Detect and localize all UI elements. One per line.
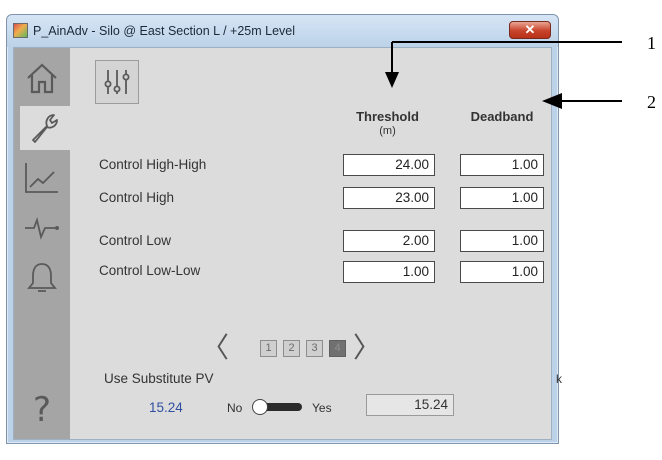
wrench-icon (32, 114, 58, 143)
home-icon (27, 63, 57, 94)
title-bar[interactable]: P_AinAdv - Silo @ East Section L / +25m … (7, 15, 558, 47)
pulse-icon (25, 216, 59, 240)
next-page-arrow[interactable]: 〉 (353, 334, 381, 362)
threshold-high-high-input[interactable]: 24.00 (343, 154, 435, 176)
sidebar: ? (14, 48, 70, 439)
prev-page-arrow[interactable]: 〈 (201, 334, 229, 362)
toggle-no-label: No (227, 401, 243, 415)
sidebar-item-diagnostics[interactable] (20, 206, 64, 250)
sidebar-item-alarms[interactable] (20, 256, 64, 300)
page-button-3[interactable]: 3 (306, 340, 323, 357)
callout-2-number: 2 (647, 92, 656, 112)
toggle-yes-label: Yes (312, 401, 332, 415)
deadband-low-input[interactable]: 1.00 (460, 230, 544, 252)
substitute-pv-toggle[interactable] (252, 399, 304, 415)
sidebar-item-home[interactable] (20, 56, 64, 100)
deadband-header: Deadband (470, 109, 534, 124)
deadband-low-low-input[interactable]: 1.00 (460, 261, 544, 283)
use-substitute-pv-label: Use Substitute PV (104, 371, 214, 386)
bell-icon (27, 263, 57, 292)
callout-1-number: 1 (647, 33, 656, 53)
page-button-2[interactable]: 2 (283, 340, 300, 357)
row-label-high-high: Control High-High (99, 157, 207, 172)
row-label-low-low: Control Low-Low (99, 263, 201, 278)
deadband-high-high-input[interactable]: 1.00 (460, 154, 544, 176)
app-icon (13, 23, 28, 38)
substitute-pv-input[interactable]: 15.24 (366, 394, 454, 416)
tuning-button[interactable] (95, 60, 139, 104)
faceplate-client: ? Threshold (m) Deadband Control High-Hi… (13, 47, 552, 440)
page-button-1[interactable]: 1 (260, 340, 277, 357)
threshold-high-input[interactable]: 23.00 (343, 187, 435, 209)
deadband-high-input[interactable]: 1.00 (460, 187, 544, 209)
current-pv-value: 15.24 (149, 400, 183, 415)
faceplate-window: P_AinAdv - Silo @ East Section L / +25m … (6, 14, 559, 444)
trend-icon (25, 163, 58, 193)
threshold-low-input[interactable]: 2.00 (343, 230, 435, 252)
sidebar-item-trends[interactable] (20, 156, 64, 200)
row-label-low: Control Low (99, 233, 172, 248)
help-button[interactable]: ? (20, 388, 64, 432)
row-label-high: Control High (99, 190, 175, 205)
page-button-4[interactable]: 4 (329, 340, 346, 357)
stray-text: k (556, 372, 562, 386)
threshold-unit: (m) (379, 125, 396, 137)
close-button[interactable]: ✕ (509, 21, 551, 39)
threshold-header: Threshold (356, 109, 419, 124)
threshold-low-low-input[interactable]: 1.00 (343, 261, 435, 283)
toggle-knob[interactable] (252, 399, 268, 415)
help-icon: ? (32, 390, 52, 430)
sidebar-item-maintenance[interactable] (20, 106, 70, 150)
window-title: P_AinAdv - Silo @ East Section L / +25m … (33, 24, 296, 38)
tuning-sliders-icon (104, 70, 130, 94)
